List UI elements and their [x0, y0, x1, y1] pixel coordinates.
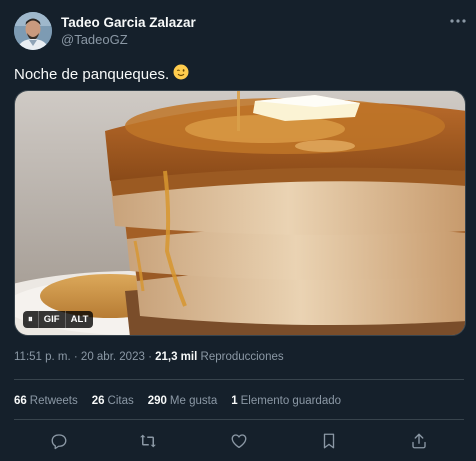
bookmark-button[interactable] — [318, 430, 340, 452]
alt-badge[interactable]: ALT — [64, 311, 94, 328]
retweets-count: 66 — [14, 395, 27, 407]
tweet-actions — [0, 430, 476, 452]
wink-emoji-icon — [173, 64, 189, 84]
tweet-stats: 66 Retweets 26 Citas 290 Me gusta 1 Elemento… — [14, 395, 341, 407]
retweet-button[interactable] — [137, 430, 159, 452]
bookmarks-count: 1 — [231, 395, 238, 407]
bookmark-icon — [323, 433, 335, 449]
views-label: Reproducciones — [200, 351, 284, 363]
retweets-stat[interactable]: 66 Retweets — [14, 395, 78, 407]
tweet-media-gif[interactable] — [14, 90, 466, 336]
like-icon — [231, 434, 247, 449]
reply-button[interactable] — [48, 430, 70, 452]
author-name[interactable]: Tadeo Garcia Zalazar — [61, 15, 196, 30]
avatar[interactable] — [14, 12, 52, 50]
likes-label: Me gusta — [169, 395, 218, 407]
share-icon — [412, 433, 426, 449]
quotes-stat[interactable]: 26 Citas — [92, 395, 134, 407]
more-options-button[interactable] — [449, 13, 467, 29]
pancakes-image — [15, 91, 465, 335]
share-button[interactable] — [408, 430, 430, 452]
divider — [14, 379, 464, 380]
bookmarks-stat[interactable]: 1 Elemento guardado — [231, 395, 341, 407]
more-icon — [450, 19, 466, 23]
quotes-count: 26 — [91, 395, 105, 407]
tweet-meta: 11:51 p. m. · 20 abr. 2023 · 21,3 mil Re… — [14, 351, 284, 363]
gif-badge: GIF — [37, 311, 65, 328]
tweet: Tadeo Garcia Zalazar @TadeoGZ Noche de p… — [0, 0, 476, 461]
divider — [14, 419, 464, 420]
media-badges: ⏸ GIF ALT — [23, 311, 94, 328]
like-button[interactable] — [228, 430, 250, 452]
likes-count: 290 — [147, 395, 167, 407]
meta-separator: · — [144, 351, 156, 363]
retweet-icon — [140, 434, 156, 448]
quotes-label: Citas — [107, 395, 134, 407]
bookmarks-label: Elemento guardado — [240, 395, 342, 407]
tweet-text-content: Noche de panqueques. — [14, 65, 170, 83]
reply-icon — [51, 434, 67, 450]
meta-separator: · — [70, 351, 81, 363]
tweet-text: Noche de panqueques. — [14, 64, 189, 84]
tweet-date[interactable]: 20 abr. 2023 — [81, 351, 145, 363]
tweet-time[interactable]: 11:51 p. m. — [14, 351, 71, 363]
avatar-image — [14, 12, 52, 50]
likes-stat[interactable]: 290 Me gusta — [148, 395, 218, 407]
author-handle[interactable]: @TadeoGZ — [61, 32, 128, 47]
retweets-label: Retweets — [29, 395, 78, 407]
pause-button[interactable]: ⏸ — [23, 311, 38, 328]
views-count: 21,3 mil — [155, 351, 198, 363]
